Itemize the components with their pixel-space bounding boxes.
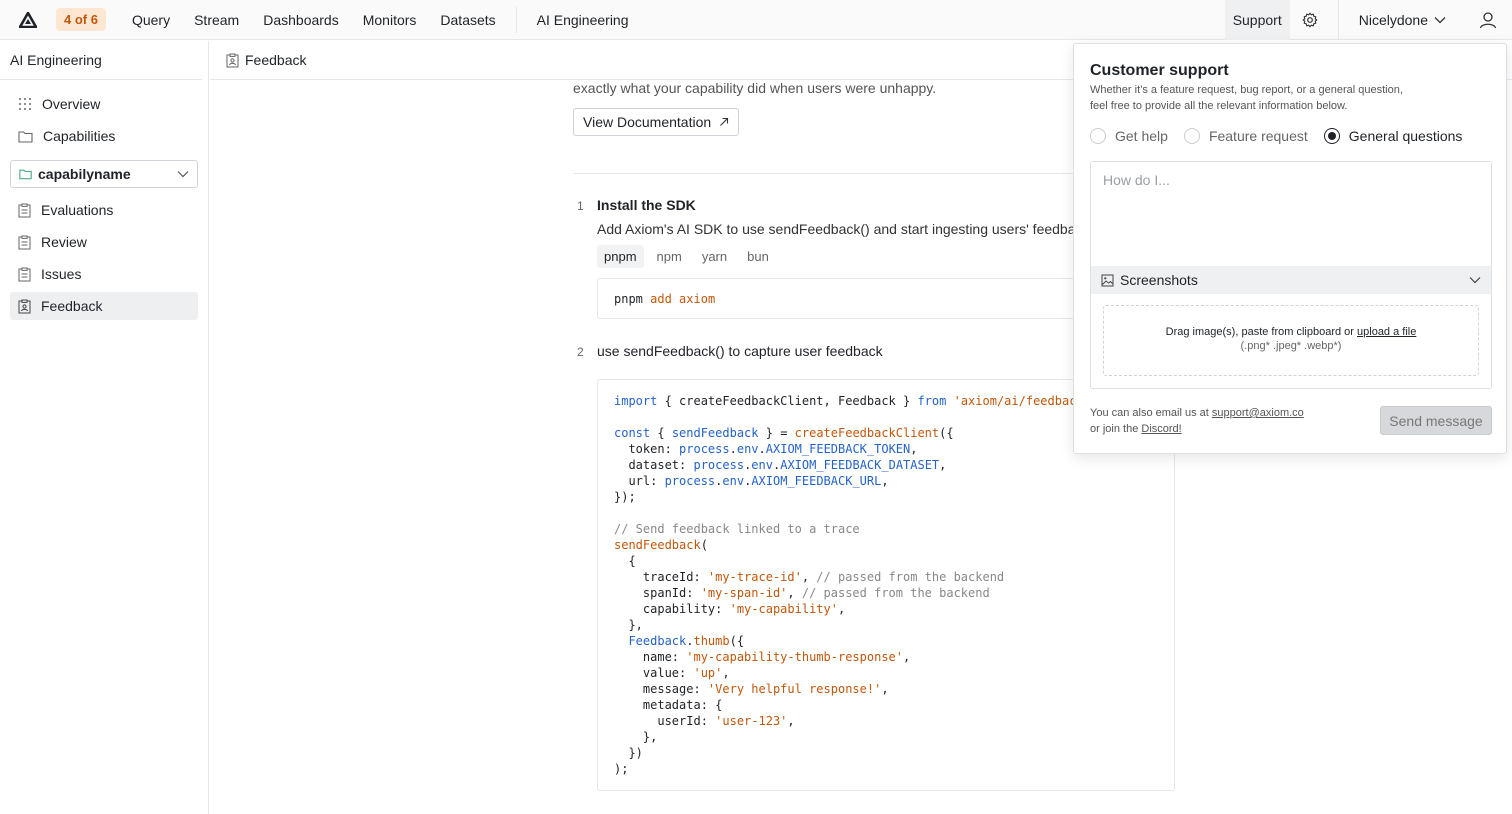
grid-icon: [19, 98, 31, 110]
sidebar-item-label: Evaluations: [41, 202, 114, 218]
message-compose: Screenshots Drag image(s), paste from cl…: [1090, 161, 1492, 389]
folder-icon: [18, 130, 33, 143]
panel-subtitle-line: feel free to provide all the relevant in…: [1090, 100, 1348, 112]
radio-feature-request[interactable]: Feature request: [1183, 128, 1308, 144]
command-name: pnpm: [614, 292, 643, 306]
discord-link[interactable]: Discord!: [1141, 423, 1181, 435]
screenshots-label: Screenshots: [1120, 272, 1198, 288]
radio-label: General questions: [1348, 128, 1463, 144]
nav-query[interactable]: Query: [120, 0, 182, 40]
sidebar-item-label: Issues: [41, 266, 82, 282]
radio-circle-icon[interactable]: [1090, 128, 1106, 144]
upload-file-link[interactable]: upload a file: [1357, 326, 1416, 338]
radio-label: Feature request: [1208, 128, 1308, 144]
radio-general-questions[interactable]: General questions: [1323, 128, 1463, 144]
sidebar-item-evaluations[interactable]: Evaluations: [10, 196, 198, 224]
sidebar-item-label: Review: [41, 234, 87, 250]
view-documentation-label: View Documentation: [583, 114, 712, 130]
capability-name: capabilyname: [38, 166, 131, 182]
sidebar-item-label: Capabilities: [43, 128, 116, 144]
radio-get-help[interactable]: Get help: [1090, 128, 1168, 144]
tab-yarn[interactable]: yarn: [695, 245, 734, 268]
sidebar-item-label: Overview: [42, 96, 101, 112]
clipboard-icon: [18, 203, 31, 217]
radio-selected-icon[interactable]: [1323, 128, 1340, 144]
gear-icon[interactable]: [1290, 0, 1330, 40]
sidebar-item-feedback[interactable]: Feedback: [10, 292, 198, 320]
sidebar-item-review[interactable]: Review: [10, 228, 198, 256]
clipboard-icon: [18, 235, 31, 249]
step-description: Add Axiom's AI SDK to use sendFeedback()…: [597, 221, 1073, 237]
nav-dashboards[interactable]: Dashboards: [251, 0, 351, 40]
folder-icon: [19, 169, 32, 180]
sidebar-item-label: Feedback: [41, 298, 103, 314]
user-menu[interactable]: Nicelydone: [1337, 0, 1468, 40]
image-icon: [1101, 274, 1114, 286]
clipboard-user-icon: [226, 53, 239, 67]
tab-npm[interactable]: npm: [650, 245, 689, 268]
discord-prefix: or join the: [1090, 423, 1139, 435]
sidebar-item-capabilities[interactable]: Capabilities: [10, 122, 198, 150]
user-avatar-icon[interactable]: [1468, 0, 1508, 40]
panel-title: Customer support: [1090, 62, 1229, 79]
user-name: Nicelydone: [1358, 12, 1428, 28]
support-email-link[interactable]: support@axiom.co: [1212, 407, 1304, 419]
accepted-file-types: (.png* .jpeg* .webp*): [1240, 340, 1342, 352]
external-link-icon: [720, 117, 729, 126]
message-input[interactable]: [1091, 162, 1491, 266]
view-documentation-button[interactable]: View Documentation: [573, 108, 740, 136]
step-number: 2: [577, 345, 584, 359]
step-title: Install the SDK: [597, 197, 696, 213]
top-nav: 4 of 6 Query Stream Dashboards Monitors …: [0, 0, 1512, 40]
send-message-button[interactable]: Send message: [1380, 406, 1492, 435]
dropzone-text: Drag image(s), paste from clipboard or: [1165, 326, 1354, 338]
tab-pnpm[interactable]: pnpm: [597, 245, 644, 268]
breadcrumb-current: Feedback: [245, 52, 307, 68]
command-args: add axiom: [650, 292, 716, 306]
nav-datasets[interactable]: Datasets: [428, 0, 507, 40]
nav-divider: [515, 6, 517, 33]
nav-ai-engineering[interactable]: AI Engineering: [525, 0, 641, 40]
chevron-down-icon: [177, 171, 189, 178]
nav-monitors[interactable]: Monitors: [351, 0, 429, 40]
sidebar-item-issues[interactable]: Issues: [10, 260, 198, 288]
panel-footer: You can also email us at support@axiom.c…: [1090, 405, 1304, 437]
step-badge: 4 of 6: [56, 8, 106, 31]
sidebar: AI Engineering Overview Capabilities cap…: [0, 41, 209, 814]
email-prefix: You can also email us at: [1090, 407, 1209, 419]
intro-text: exactly what your capability did when us…: [573, 80, 937, 96]
radio-label: Get help: [1115, 128, 1168, 144]
support-button[interactable]: Support: [1224, 0, 1290, 40]
sidebar-title: AI Engineering: [0, 41, 202, 80]
capability-select[interactable]: capabilyname: [10, 160, 198, 188]
step-title: use sendFeedback() to capture user feedb…: [597, 343, 883, 359]
axiom-logo-icon[interactable]: [0, 0, 56, 40]
clipboard-user-icon: [18, 299, 31, 313]
step-number: 1: [577, 199, 584, 213]
panel-subtitle-line: Whether it’s a feature request, bug repo…: [1090, 84, 1403, 96]
package-manager-tabs: pnpm npm yarn bun: [597, 245, 776, 268]
tab-bun[interactable]: bun: [740, 245, 776, 268]
chevron-down-icon: [1469, 277, 1481, 284]
panel-subtitle: Whether it’s a feature request, bug repo…: [1090, 82, 1440, 114]
screenshot-dropzone[interactable]: Drag image(s), paste from clipboard or u…: [1103, 305, 1479, 376]
sidebar-item-overview[interactable]: Overview: [10, 90, 198, 118]
chevron-down-icon: [1434, 17, 1446, 24]
screenshots-toggle[interactable]: Screenshots: [1091, 266, 1491, 294]
customer-support-panel: Customer support Whether it’s a feature …: [1073, 43, 1507, 454]
nav-stream[interactable]: Stream: [182, 0, 251, 40]
clipboard-icon: [18, 267, 31, 281]
request-type-radio-group: Get help Feature request General questio…: [1090, 128, 1462, 144]
radio-circle-icon[interactable]: [1183, 128, 1200, 144]
